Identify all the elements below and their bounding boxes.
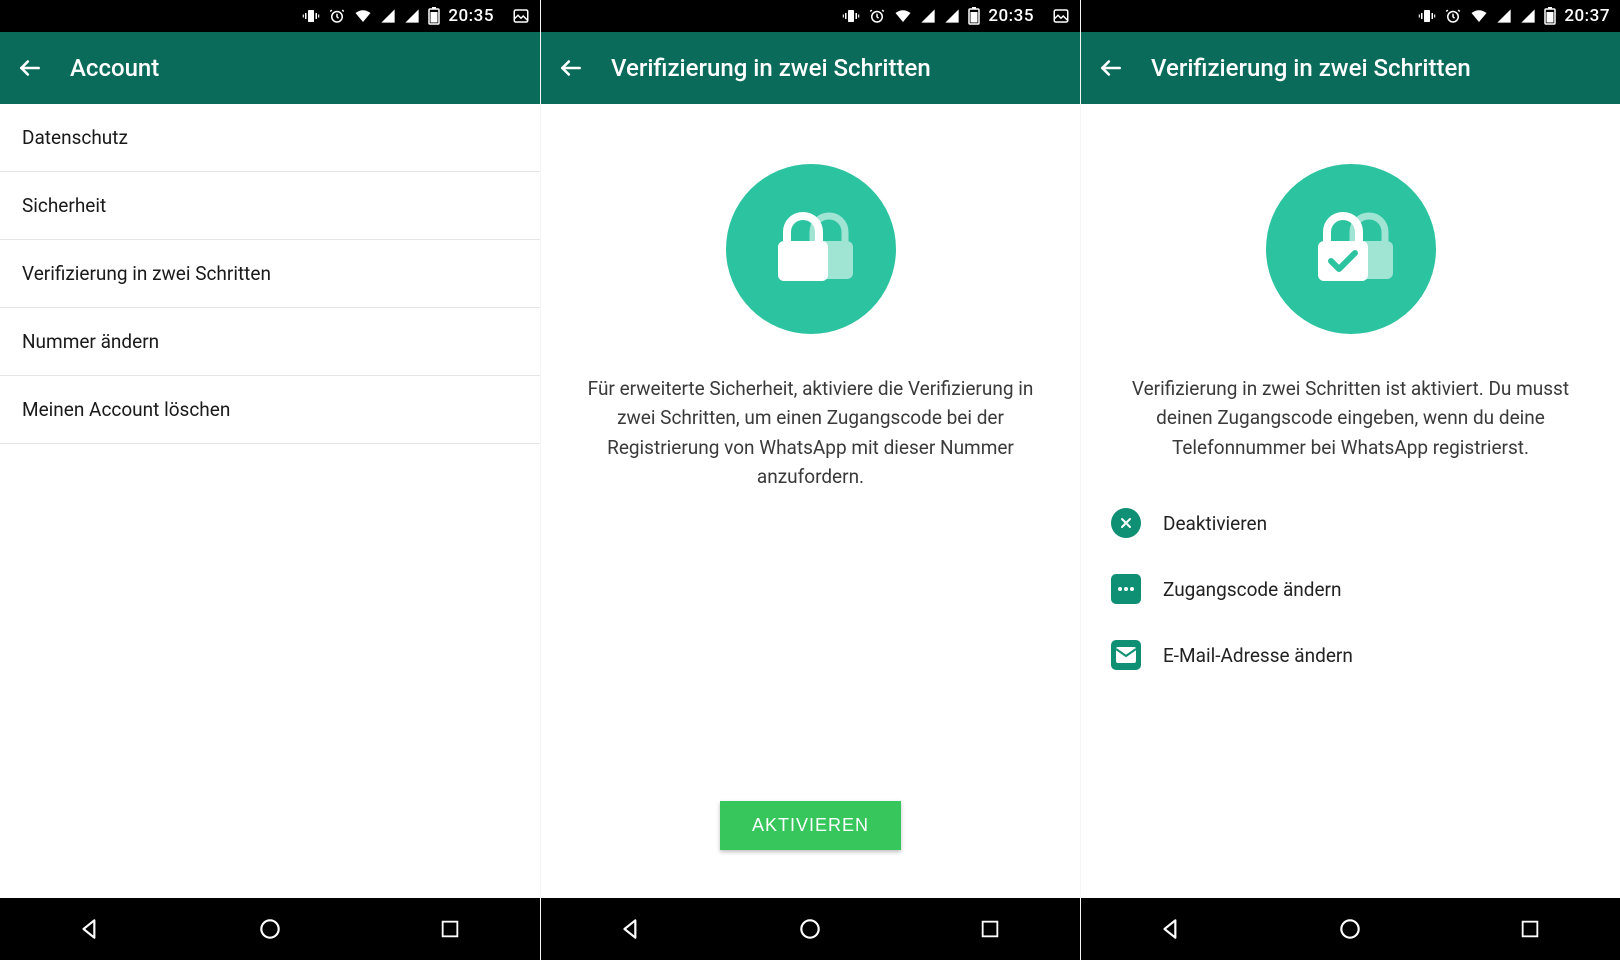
app-bar: Account <box>0 32 540 104</box>
wifi-icon <box>1470 7 1488 25</box>
vibrate-icon <box>302 7 320 25</box>
option-label: Deaktivieren <box>1163 512 1267 535</box>
nav-recent-button[interactable] <box>430 909 470 949</box>
phone-two-step-intro: 20:35 Verifizierung in zwei Schritten Fü… <box>540 0 1080 960</box>
alarm-icon <box>328 7 346 25</box>
phone-two-step-enabled: 20:37 Verifizierung in zwei Schritten Ve… <box>1080 0 1620 960</box>
app-bar-title: Account <box>70 54 159 82</box>
two-step-enabled-description: Verifizierung in zwei Schritten ist akti… <box>1105 374 1596 462</box>
app-bar: Verifizierung in zwei Schritten <box>1081 32 1620 104</box>
option-change-email[interactable]: E-Mail-Adresse ändern <box>1105 622 1596 688</box>
nav-back-button[interactable] <box>70 909 110 949</box>
option-deactivate[interactable]: Deaktivieren <box>1105 490 1596 556</box>
settings-item-change-number[interactable]: Nummer ändern <box>0 308 540 376</box>
wifi-icon <box>354 7 372 25</box>
back-button[interactable] <box>14 52 46 84</box>
battery-icon <box>968 7 980 25</box>
nav-back-button[interactable] <box>611 909 651 949</box>
nav-recent-button[interactable] <box>970 909 1010 949</box>
settings-item-privacy[interactable]: Datenschutz <box>0 104 540 172</box>
signal-icon <box>1496 8 1512 24</box>
option-label: E-Mail-Adresse ändern <box>1163 644 1353 667</box>
signal-icon <box>380 8 396 24</box>
status-bar: 20:35 <box>541 0 1080 32</box>
lock-hero-icon <box>726 164 896 334</box>
option-label: Zugangscode ändern <box>1163 578 1342 601</box>
nav-back-button[interactable] <box>1151 909 1191 949</box>
settings-item-delete-account[interactable]: Meinen Account löschen <box>0 376 540 444</box>
signal-icon-2 <box>944 8 960 24</box>
settings-item-security[interactable]: Sicherheit <box>0 172 540 240</box>
image-icon <box>512 7 530 25</box>
image-icon <box>1052 7 1070 25</box>
nav-home-button[interactable] <box>1330 909 1370 949</box>
back-button[interactable] <box>555 52 587 84</box>
vibrate-icon <box>842 7 860 25</box>
status-bar: 20:37 <box>1081 0 1620 32</box>
passcode-icon <box>1111 574 1141 604</box>
wifi-icon <box>894 7 912 25</box>
signal-icon-2 <box>1520 8 1536 24</box>
lock-check-hero-icon <box>1266 164 1436 334</box>
status-bar: 20:35 <box>0 0 540 32</box>
two-step-intro-content: Für erweiterte Sicherheit, aktiviere die… <box>541 104 1080 898</box>
nav-bar <box>1081 898 1620 960</box>
activate-button[interactable]: AKTIVIEREN <box>720 801 901 850</box>
app-bar: Verifizierung in zwei Schritten <box>541 32 1080 104</box>
settings-item-two-step[interactable]: Verifizierung in zwei Schritten <box>0 240 540 308</box>
two-step-options: Deaktivieren Zugangscode ändern E-Mail-A… <box>1105 490 1596 688</box>
nav-recent-button[interactable] <box>1510 909 1550 949</box>
option-change-code[interactable]: Zugangscode ändern <box>1105 556 1596 622</box>
vibrate-icon <box>1418 7 1436 25</box>
two-step-description: Für erweiterte Sicherheit, aktiviere die… <box>565 374 1056 492</box>
alarm-icon <box>868 7 886 25</box>
account-settings-list: Datenschutz Sicherheit Verifizierung in … <box>0 104 540 898</box>
alarm-icon <box>1444 7 1462 25</box>
back-button[interactable] <box>1095 52 1127 84</box>
status-time: 20:35 <box>988 6 1034 26</box>
battery-icon <box>1544 7 1556 25</box>
two-step-enabled-content: Verifizierung in zwei Schritten ist akti… <box>1081 104 1620 898</box>
signal-icon-2 <box>404 8 420 24</box>
nav-bar <box>541 898 1080 960</box>
phone-account-settings: 20:35 Account Datenschutz Sicherheit Ver… <box>0 0 540 960</box>
app-bar-title: Verifizierung in zwei Schritten <box>611 54 931 82</box>
close-circle-icon <box>1111 508 1141 538</box>
nav-home-button[interactable] <box>790 909 830 949</box>
status-time: 20:37 <box>1564 6 1610 26</box>
battery-icon <box>428 7 440 25</box>
nav-bar <box>0 898 540 960</box>
app-bar-title: Verifizierung in zwei Schritten <box>1151 54 1471 82</box>
signal-icon <box>920 8 936 24</box>
nav-home-button[interactable] <box>250 909 290 949</box>
mail-icon <box>1111 640 1141 670</box>
status-time: 20:35 <box>448 6 494 26</box>
